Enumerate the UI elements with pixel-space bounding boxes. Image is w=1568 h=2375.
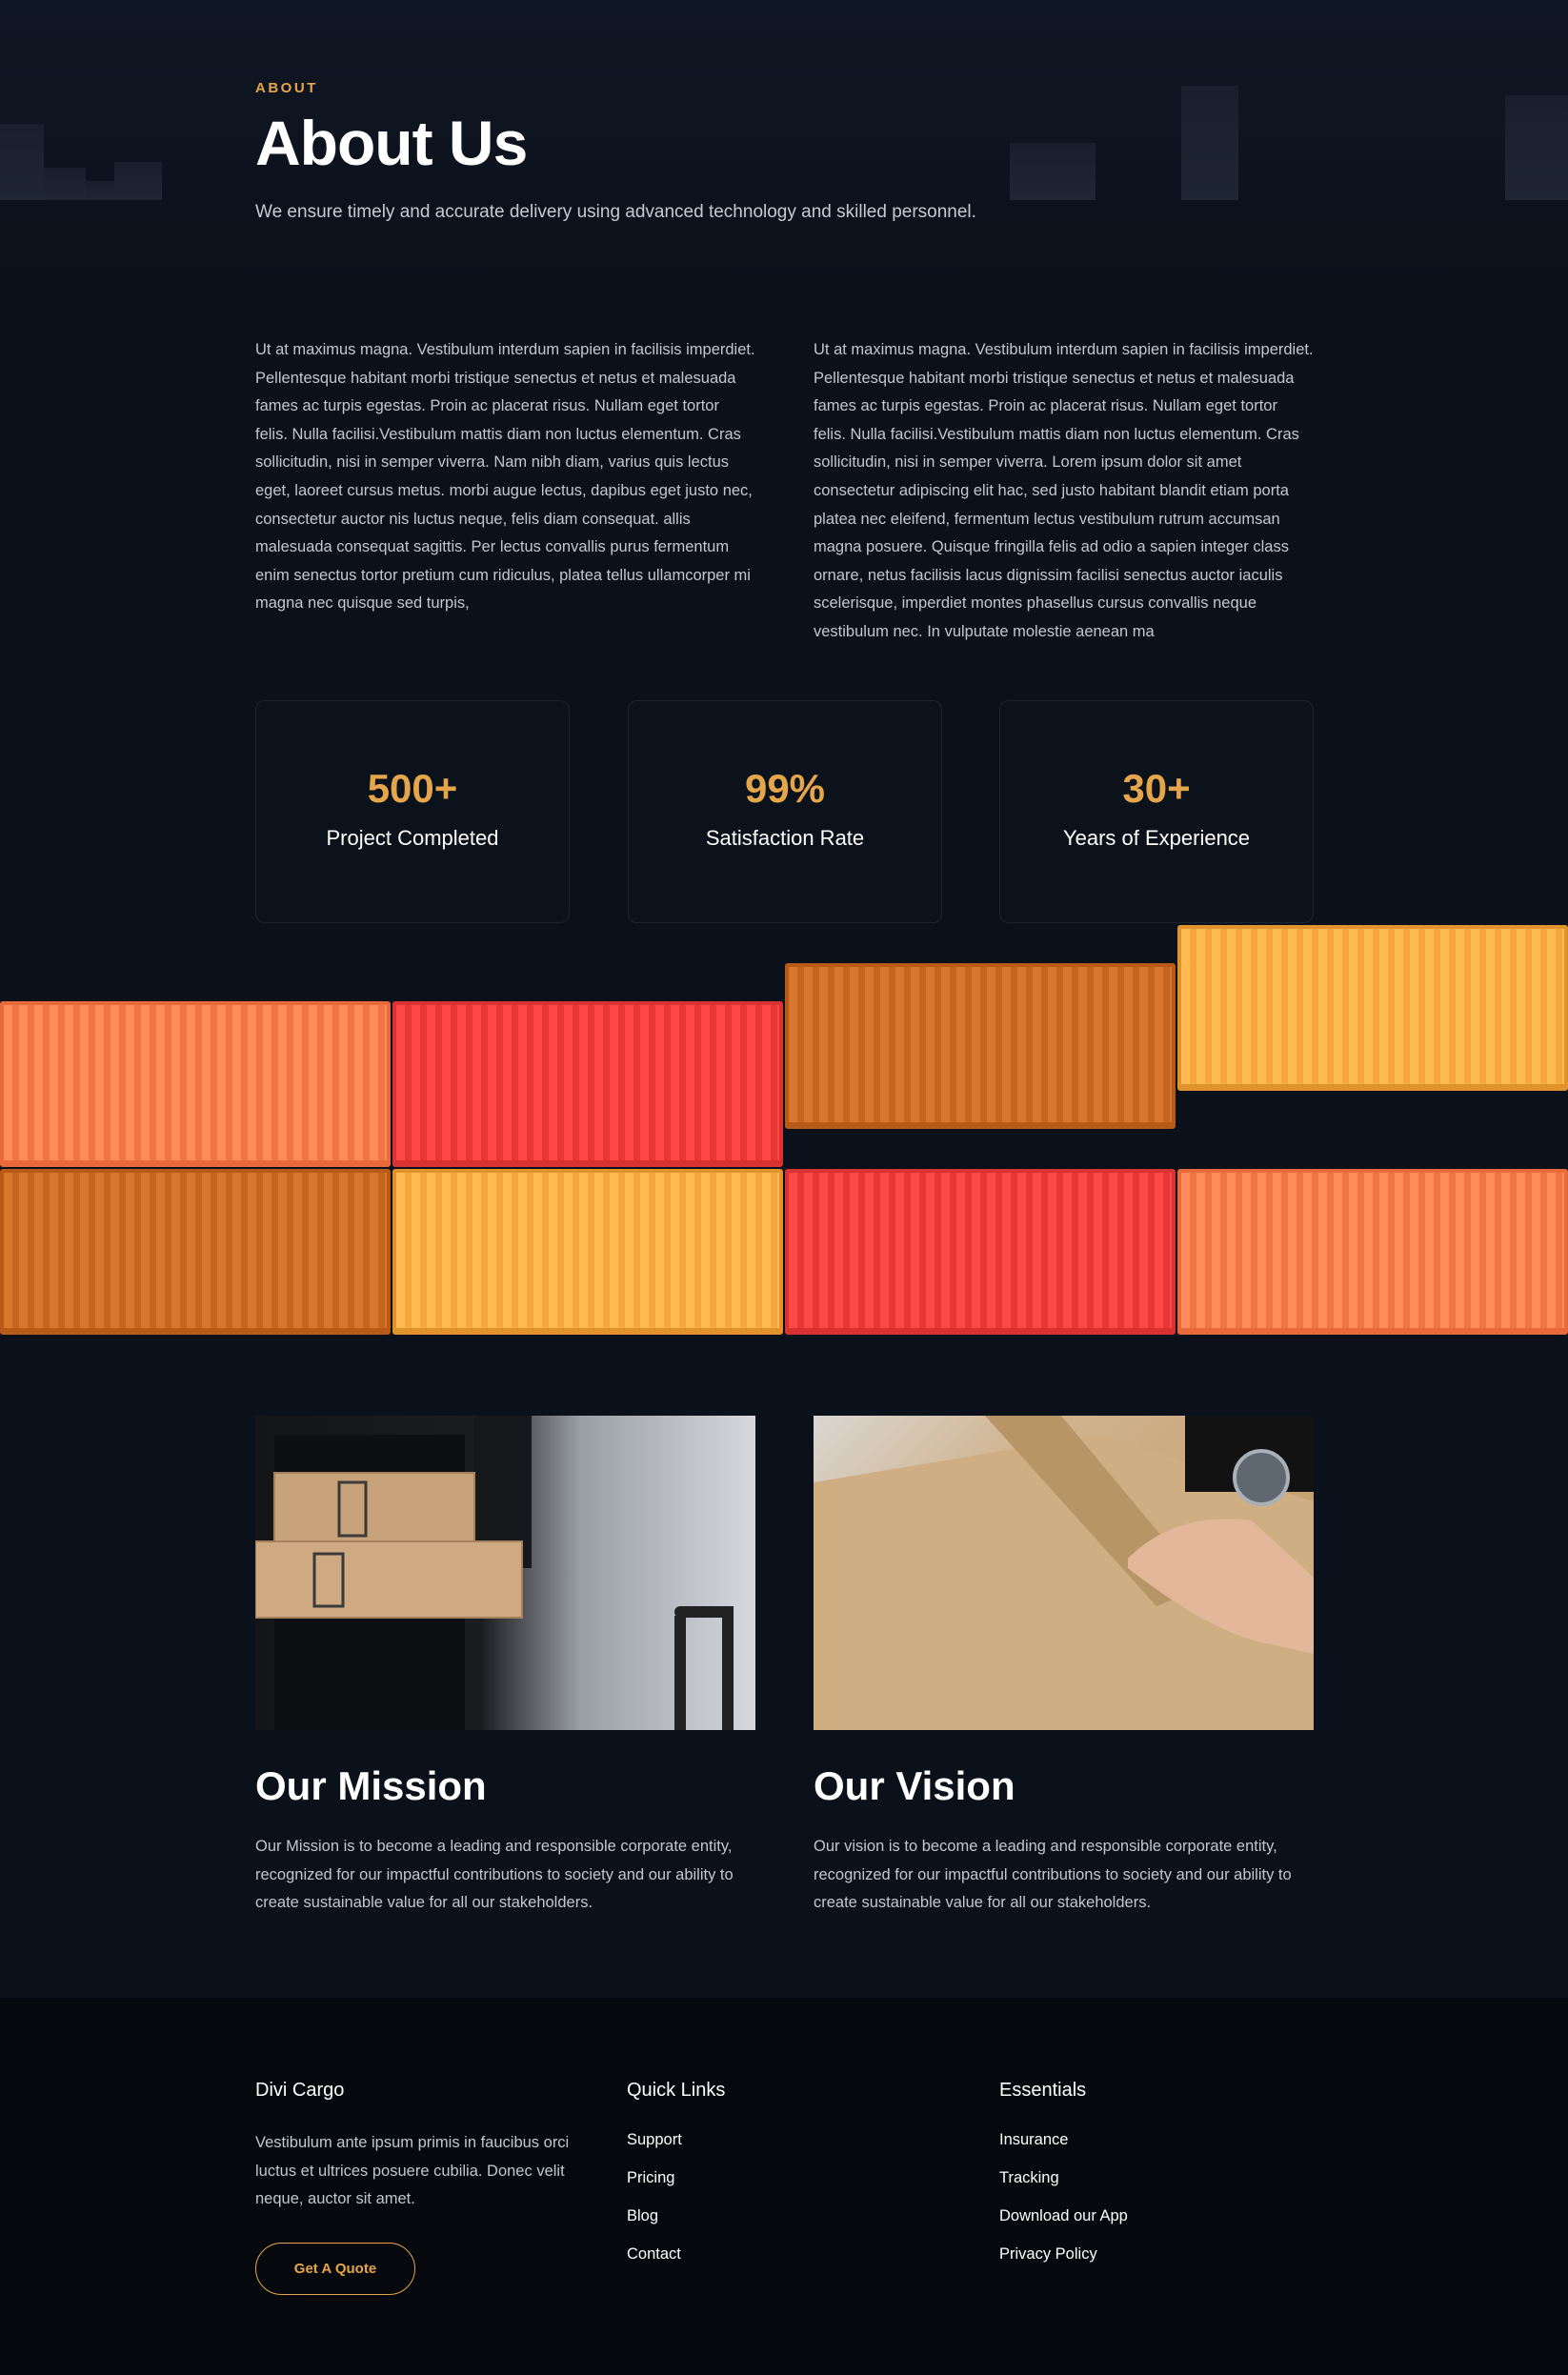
stat-value: 500+ xyxy=(367,766,458,811)
stat-value: 99% xyxy=(744,766,826,811)
stat-label: Years of Experience xyxy=(1062,826,1251,850)
stat-card-satisfaction: 99% Satisfaction Rate xyxy=(628,700,942,923)
stat-card-experience: 30+ Years of Experience xyxy=(999,700,1314,923)
mission-text: Our Mission is to become a leading and r… xyxy=(255,1838,734,1912)
container-yellow xyxy=(1177,925,1568,1091)
stat-label: Satisfaction Rate xyxy=(705,826,865,850)
page-title: About Us xyxy=(255,108,528,178)
footer-link-pricing[interactable]: Pricing xyxy=(627,2169,674,2187)
footer-brand-title: Divi Cargo xyxy=(255,2080,345,2101)
vision-text: Our vision is to become a leading and re… xyxy=(814,1838,1292,1912)
footer-link-blog[interactable]: Blog xyxy=(627,2207,658,2225)
footer-link-insurance[interactable]: Insurance xyxy=(999,2131,1068,2149)
container-red xyxy=(392,1001,783,1167)
vision-title: Our Vision xyxy=(814,1763,1015,1808)
container-orange xyxy=(785,963,1176,1129)
page-subtitle: We ensure timely and accurate delivery u… xyxy=(255,202,976,222)
container-orange xyxy=(0,1169,391,1335)
mission-title: Our Mission xyxy=(255,1763,487,1808)
container-yellow xyxy=(392,1169,783,1335)
stat-label: Project Completed xyxy=(326,826,499,850)
footer-quick-links-title: Quick Links xyxy=(627,2080,726,2101)
footer-link-support[interactable]: Support xyxy=(627,2131,682,2149)
container-coral xyxy=(1177,1169,1568,1335)
container-red xyxy=(785,1169,1176,1335)
footer-essentials-title: Essentials xyxy=(999,2080,1087,2101)
intro-paragraph-left: Ut at maximus magna. Vestibulum interdum… xyxy=(255,341,755,613)
packing-box-photo xyxy=(814,1416,1314,1730)
delivery-person-photo xyxy=(255,1416,755,1730)
footer-brand-text: Vestibulum ante ipsum primis in faucibus… xyxy=(255,2134,570,2208)
footer-link-tracking[interactable]: Tracking xyxy=(999,2169,1059,2187)
get-a-quote-button[interactable]: Get A Quote xyxy=(255,2243,415,2295)
footer-link-privacy-policy[interactable]: Privacy Policy xyxy=(999,2245,1097,2264)
footer-link-download-app[interactable]: Download our App xyxy=(999,2207,1128,2225)
stat-value: 30+ xyxy=(1122,766,1191,811)
container-coral xyxy=(0,1001,391,1167)
stat-card-projects: 500+ Project Completed xyxy=(255,700,570,923)
section-eyebrow: ABOUT xyxy=(255,80,318,96)
footer xyxy=(0,1998,1568,2375)
footer-link-contact[interactable]: Contact xyxy=(627,2245,681,2264)
intro-paragraph-right: Ut at maximus magna. Vestibulum interdum… xyxy=(814,341,1314,640)
